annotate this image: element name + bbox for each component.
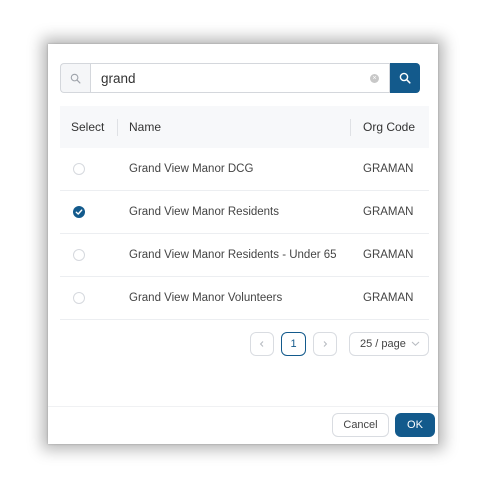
org-table: Select Name Org Code Grand View Manor DC…: [60, 106, 429, 320]
column-divider: [117, 119, 118, 136]
org-name: Grand View Manor DCG: [129, 163, 254, 175]
chevron-right-icon: [323, 341, 328, 347]
chevron-left-icon: [259, 341, 264, 347]
table-row[interactable]: Grand View Manor Residents GRAMAN: [60, 191, 429, 234]
org-name: Grand View Manor Residents - Under 65: [129, 249, 337, 261]
org-code: GRAMAN: [363, 249, 414, 261]
search-prefix: [60, 63, 90, 93]
column-header-select: Select: [71, 120, 105, 134]
column-header-org-code: Org Code: [363, 120, 416, 134]
checkmark-icon: [75, 209, 83, 215]
column-divider: [350, 119, 351, 136]
previous-page-button[interactable]: [250, 332, 274, 356]
table-row[interactable]: Grand View Manor DCG GRAMAN: [60, 148, 429, 191]
org-name: Grand View Manor Residents: [129, 206, 279, 218]
table-header: Select Name Org Code: [60, 106, 429, 148]
ok-button[interactable]: OK: [395, 413, 435, 437]
search-button[interactable]: [390, 63, 420, 93]
search-bar: ×: [60, 63, 420, 93]
next-page-button[interactable]: [313, 332, 337, 356]
org-name: Grand View Manor Volunteers: [129, 292, 283, 304]
search-icon: [399, 72, 411, 84]
page-size-value: 25 / page: [360, 338, 406, 350]
page-number-button[interactable]: 1: [281, 332, 306, 356]
radio-button-checked[interactable]: [73, 206, 85, 218]
table-row[interactable]: Grand View Manor Volunteers GRAMAN: [60, 277, 429, 320]
cancel-button[interactable]: Cancel: [332, 413, 389, 437]
radio-button[interactable]: [73, 163, 85, 175]
chevron-down-icon: [411, 341, 420, 347]
search-icon: [70, 73, 81, 83]
org-code: GRAMAN: [363, 292, 414, 304]
org-code: GRAMAN: [363, 206, 414, 218]
footer-divider: [48, 406, 438, 407]
radio-button[interactable]: [73, 249, 85, 261]
search-input[interactable]: [91, 64, 389, 92]
search-input-wrapper: ×: [90, 63, 390, 93]
radio-button[interactable]: [73, 292, 85, 304]
table-row[interactable]: Grand View Manor Residents - Under 65 GR…: [60, 234, 429, 277]
org-code: GRAMAN: [363, 163, 414, 175]
clear-icon[interactable]: ×: [370, 74, 379, 83]
column-header-name: Name: [129, 120, 162, 134]
page-size-select[interactable]: 25 / page: [349, 332, 429, 356]
